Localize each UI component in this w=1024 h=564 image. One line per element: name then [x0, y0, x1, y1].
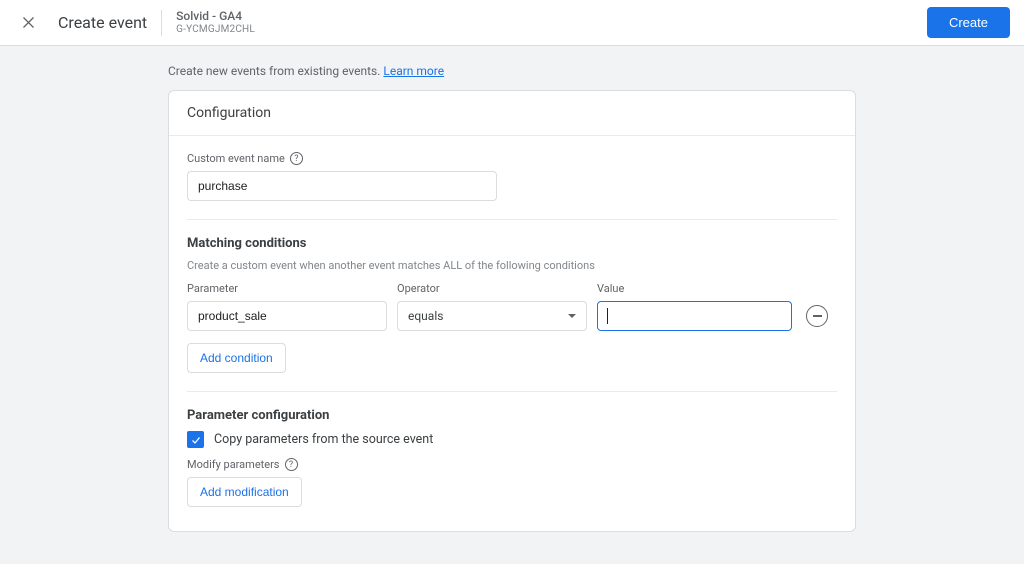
property-id: G-YCMGJM2CHL [176, 24, 255, 35]
add-modification-button[interactable]: Add modification [187, 477, 302, 507]
copy-params-label: Copy parameters from the source event [214, 432, 433, 447]
help-icon[interactable]: ? [285, 458, 298, 471]
close-icon [21, 15, 36, 30]
operator-col-label: Operator [397, 282, 587, 295]
value-input[interactable] [597, 301, 792, 331]
custom-event-label-text: Custom event name [187, 152, 285, 165]
operator-value: equals [408, 309, 443, 323]
parameter-config-title: Parameter configuration [187, 408, 837, 423]
text-cursor [607, 308, 608, 324]
custom-event-name-label: Custom event name ? [187, 152, 837, 165]
add-condition-button[interactable]: Add condition [187, 343, 286, 373]
chevron-down-icon [568, 314, 576, 318]
parameter-input[interactable] [187, 301, 387, 331]
matching-desc: Create a custom event when another event… [187, 259, 837, 272]
help-icon[interactable]: ? [290, 152, 303, 165]
custom-event-name-input[interactable] [187, 171, 497, 201]
learn-more-link[interactable]: Learn more [383, 64, 444, 78]
create-button[interactable]: Create [927, 7, 1010, 38]
check-icon [190, 434, 202, 446]
modify-params-label: Modify parameters ? [187, 458, 837, 471]
operator-select[interactable]: equals [397, 301, 587, 331]
intro-text: Create new events from existing events. … [168, 46, 856, 90]
copy-params-row: Copy parameters from the source event [187, 431, 837, 448]
matching-title: Matching conditions [187, 236, 837, 251]
intro-text-content: Create new events from existing events. [168, 64, 383, 78]
header-divider [161, 10, 162, 36]
parameter-col-label: Parameter [187, 282, 387, 295]
modify-params-text: Modify parameters [187, 458, 280, 471]
copy-params-checkbox[interactable] [187, 431, 204, 448]
minus-icon [813, 315, 822, 317]
property-name: Solvid - GA4 [176, 10, 255, 23]
config-card: Configuration Custom event name ? Matchi… [168, 90, 856, 532]
modal-header: Create event Solvid - GA4 G-YCMGJM2CHL C… [0, 0, 1024, 46]
remove-condition-button[interactable] [806, 305, 828, 327]
page-title: Create event [58, 13, 147, 32]
condition-row: Parameter Operator equals Value [187, 282, 837, 331]
card-title: Configuration [169, 91, 855, 136]
value-col-label: Value [597, 282, 792, 295]
property-meta: Solvid - GA4 G-YCMGJM2CHL [176, 10, 255, 34]
close-button[interactable] [14, 9, 42, 37]
